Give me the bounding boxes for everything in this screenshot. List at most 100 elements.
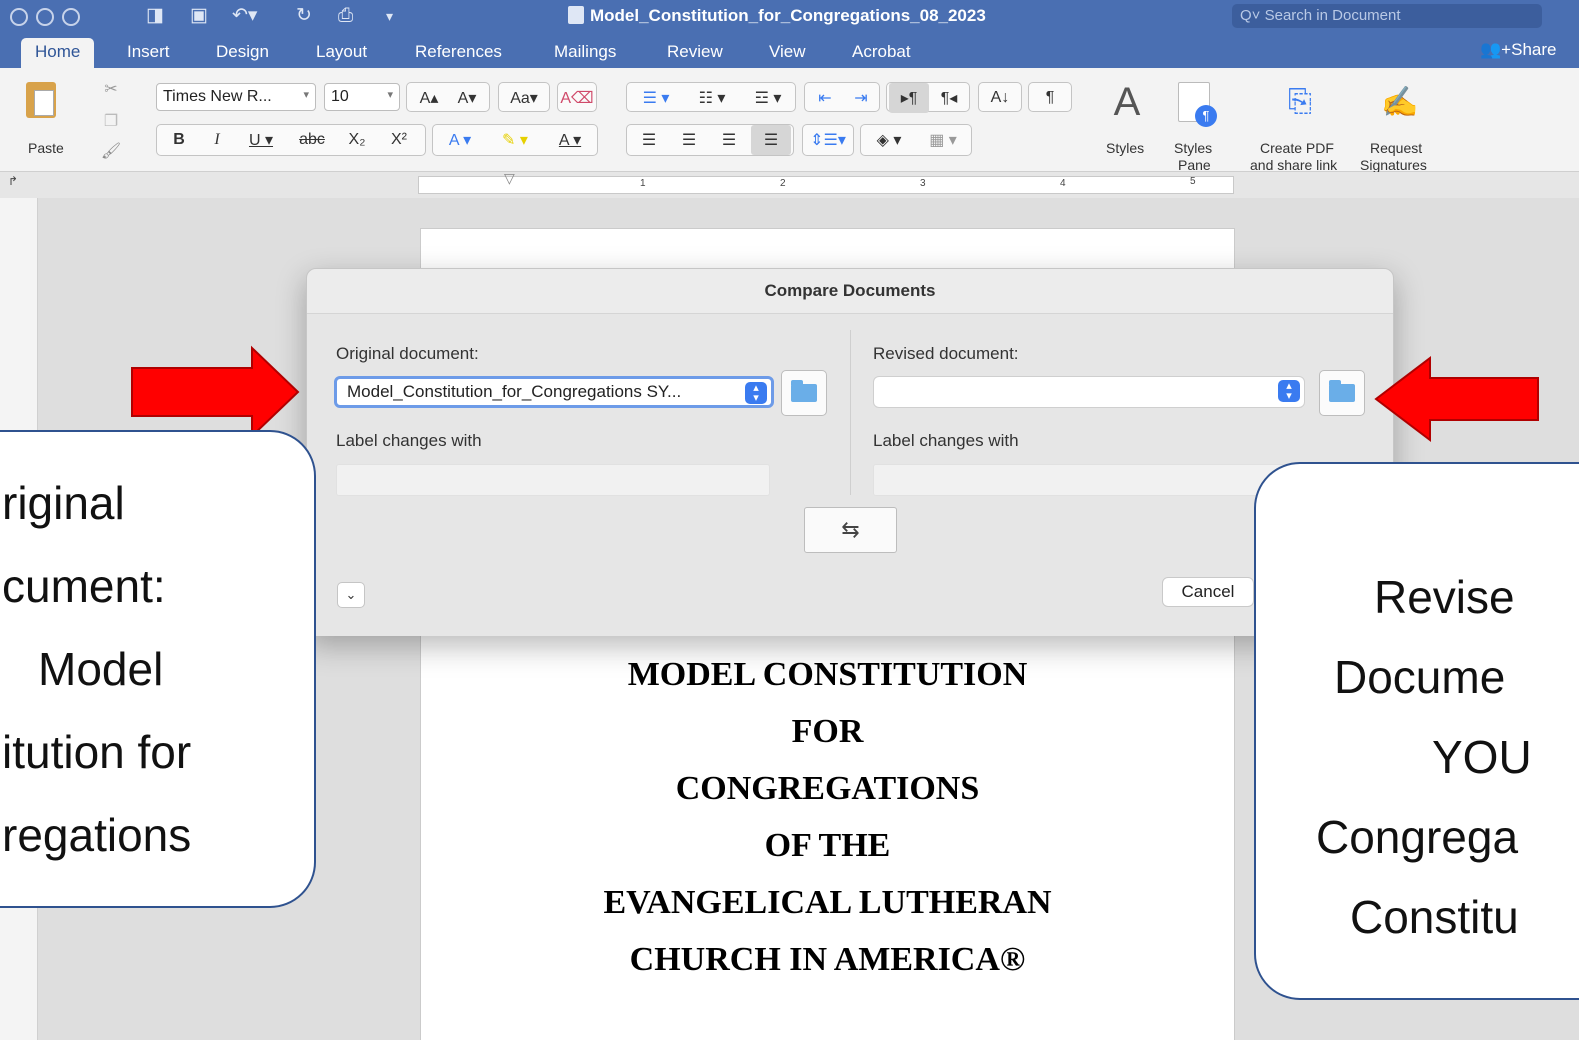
shading-icon[interactable]: ◈ ▾: [863, 125, 915, 155]
decrease-indent-icon[interactable]: ⇤: [807, 83, 843, 113]
sort-button[interactable]: A↓: [978, 82, 1022, 112]
align-center-icon[interactable]: ☰: [669, 125, 709, 155]
close-window-button[interactable]: [10, 8, 28, 26]
horizontal-ruler[interactable]: ↱ 1 2 3 4 5 ▽: [0, 170, 1579, 198]
word-document-icon: [568, 6, 584, 24]
numbering-icon[interactable]: ☷ ▾: [685, 83, 739, 113]
align-right-icon[interactable]: ☰: [709, 125, 749, 155]
callout-text: Congrega: [1316, 811, 1519, 863]
strikethrough-icon[interactable]: abc: [289, 125, 335, 155]
original-document-select[interactable]: Model_Constitution_for_Congregations SY.…: [334, 376, 774, 408]
borders-icon[interactable]: ▦ ▾: [917, 125, 969, 155]
cut-icon[interactable]: ✂: [100, 74, 122, 104]
left-to-right-icon[interactable]: ▸¶: [889, 83, 929, 113]
minimize-window-button[interactable]: [36, 8, 54, 26]
callout-text: riginal: [2, 477, 125, 529]
revised-document-label: Revised document:: [873, 344, 1019, 363]
styles-pane-button[interactable]: ¶ Styles Pane: [1168, 78, 1224, 173]
document-title: Model_Constitution_for_Congregations_08_…: [568, 6, 986, 26]
label-changes-left-field[interactable]: [336, 464, 770, 496]
clipboard-icon: [26, 82, 56, 118]
redo-icon[interactable]: ↻: [296, 5, 312, 27]
copy-icon[interactable]: ❐: [100, 106, 122, 136]
tab-references[interactable]: References: [415, 42, 502, 62]
bullets-icon[interactable]: ☰ ▾: [629, 83, 683, 113]
document-heading-line: MODEL CONSTITUTION: [627, 656, 1028, 693]
tab-mailings[interactable]: Mailings: [554, 42, 616, 62]
direction-group: ▸¶ ¶◂: [886, 82, 970, 113]
folder-icon: [791, 380, 817, 402]
cancel-button[interactable]: Cancel: [1162, 577, 1254, 607]
tab-review[interactable]: Review: [667, 42, 723, 62]
clear-formatting-button[interactable]: A⌫: [557, 82, 597, 112]
font-size-select[interactable]: 10 ▾: [324, 83, 400, 111]
change-case-button[interactable]: Aa▾: [498, 82, 550, 112]
document-title-text: Model_Constitution_for_Congregations_08_…: [590, 6, 986, 25]
callout-text: Revise: [1374, 571, 1515, 623]
share-button[interactable]: 👥+Share: [1480, 40, 1556, 60]
callout-text: regations: [2, 809, 192, 861]
ribbon-tabs: Home Insert Design Layout References Mai…: [0, 34, 1579, 68]
align-left-icon[interactable]: ☰: [629, 125, 669, 155]
request-signatures-label: Request: [1370, 140, 1423, 156]
search-input[interactable]: Q˅ Search in Document: [1232, 4, 1542, 28]
ruler-bar: [418, 176, 1234, 194]
sidebar-toggle-icon[interactable]: ◨: [146, 5, 164, 27]
request-signatures-button[interactable]: ✍ Request Signatures: [1358, 78, 1442, 174]
right-red-arrow: [1374, 355, 1539, 443]
highlight-icon[interactable]: ✎ ▾: [487, 125, 543, 155]
undo-icon[interactable]: ↶▾: [232, 5, 257, 27]
document-heading-line: CONGREGATIONS: [675, 770, 980, 807]
justify-icon[interactable]: ☰: [751, 125, 791, 155]
more-options-button[interactable]: ⌄: [337, 582, 365, 608]
tab-layout[interactable]: Layout: [316, 42, 367, 62]
create-pdf-button[interactable]: ⎘ Create PDF and share link: [1248, 78, 1354, 173]
font-color-icon[interactable]: A ▾: [545, 125, 595, 155]
italic-icon[interactable]: I: [199, 125, 235, 155]
superscript-icon[interactable]: X²: [379, 125, 419, 155]
callout-text: cument:: [2, 560, 166, 612]
tab-acrobat[interactable]: Acrobat: [852, 42, 911, 62]
document-heading-line: OF THE: [764, 827, 891, 864]
revised-browse-button[interactable]: [1319, 370, 1365, 416]
ruler-number: 3: [920, 178, 926, 189]
bold-icon[interactable]: B: [161, 125, 197, 155]
dialog-divider: [850, 330, 851, 495]
line-spacing-button[interactable]: ⇕☰▾: [802, 124, 854, 156]
format-painter-icon[interactable]: 🖌: [100, 136, 122, 166]
tab-insert[interactable]: Insert: [127, 42, 170, 62]
subscript-icon[interactable]: X₂: [337, 125, 377, 155]
zoom-window-button[interactable]: [62, 8, 80, 26]
text-effects-icon[interactable]: A ▾: [437, 125, 483, 155]
swap-documents-button[interactable]: ⇆: [804, 507, 897, 553]
customize-toolbar-icon[interactable]: ▾: [386, 5, 393, 27]
font-name-select[interactable]: Times New R... ▾: [156, 83, 316, 111]
font-size-value: 10: [331, 88, 349, 105]
revised-document-select[interactable]: ▴ ▾: [873, 376, 1305, 408]
shrink-font-icon[interactable]: A▾: [449, 83, 485, 113]
show-formatting-button[interactable]: ¶: [1028, 82, 1072, 112]
styles-button[interactable]: A Styles: [1098, 78, 1160, 158]
original-document-value: Model_Constitution_for_Congregations SY.…: [347, 382, 682, 401]
print-icon[interactable]: ⎙: [338, 5, 353, 27]
increase-indent-icon[interactable]: ⇥: [843, 83, 879, 113]
label-changes-right-field[interactable]: [873, 464, 1293, 496]
paste-button[interactable]: Paste: [22, 78, 78, 156]
tab-view[interactable]: View: [769, 42, 806, 62]
multilevel-list-icon[interactable]: ☲ ▾: [741, 83, 795, 113]
tab-design[interactable]: Design: [216, 42, 269, 62]
align-group: ☰ ☰ ☰ ☰: [626, 124, 794, 156]
tab-stop-icon[interactable]: ↱: [8, 174, 18, 188]
swap-arrows-icon: ⇆: [841, 517, 860, 542]
original-browse-button[interactable]: [781, 370, 827, 416]
tab-home[interactable]: Home: [21, 38, 95, 68]
right-callout: Revise Docume YOU Congrega Constitu: [1254, 462, 1579, 1000]
search-icon: Q˅: [1240, 7, 1265, 24]
indent-marker-icon[interactable]: ▽: [504, 170, 515, 187]
underline-icon[interactable]: U ▾: [237, 125, 285, 155]
grow-font-icon[interactable]: A▴: [411, 83, 447, 113]
right-to-left-icon[interactable]: ¶◂: [929, 83, 969, 113]
save-icon[interactable]: ▣: [190, 5, 208, 27]
callout-text: Constitu: [1350, 891, 1519, 943]
label-changes-right-label: Label changes with: [873, 431, 1019, 450]
